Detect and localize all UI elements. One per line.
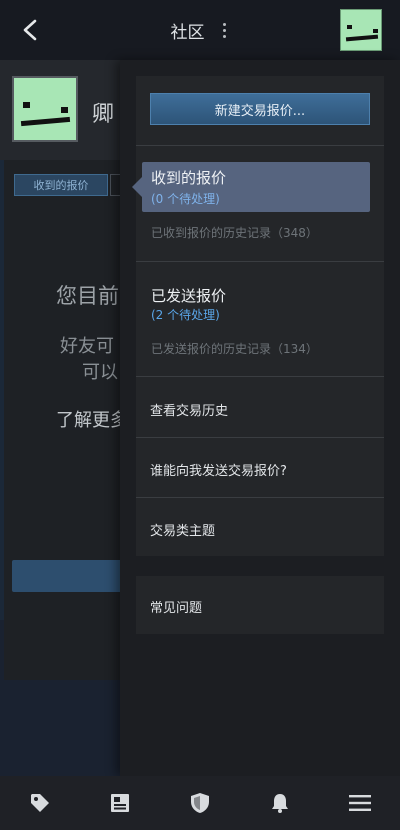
trade-offers-drawer: 新建交易报价... 收到的报价 (0 个待处理) 已收到报价的历史记录（348）… [120, 60, 400, 776]
tag-icon [31, 794, 49, 812]
new-trade-offer-button[interactable]: 新建交易报价... [150, 93, 370, 125]
received-history-link[interactable]: 已收到报价的历史记录（348） [151, 224, 318, 241]
more-options-icon[interactable] [219, 19, 230, 42]
received-offers-title: 收到的报价 [151, 169, 227, 187]
shield-icon [191, 793, 209, 813]
nav-news[interactable] [96, 781, 144, 825]
empty-state-text: 好友可 [60, 336, 114, 357]
divider [136, 261, 384, 262]
empty-state-text: 可以 [82, 362, 118, 383]
trading-topics-link[interactable]: 交易类主题 [150, 520, 215, 539]
divider [136, 376, 384, 377]
learn-more-link[interactable]: 了解更多 [56, 406, 126, 432]
menu-icon [349, 795, 371, 811]
drawer-menu-card: 新建交易报价... 收到的报价 (0 个待处理) 已收到报价的历史记录（348）… [132, 76, 384, 556]
nav-guard[interactable] [176, 781, 224, 825]
sent-history-link[interactable]: 已发送报价的历史记录（134） [151, 340, 318, 357]
tab-received-offers[interactable]: 收到的报价 [14, 174, 108, 196]
bottom-navigation [0, 776, 400, 830]
faq-link[interactable]: 常见问题 [150, 597, 202, 616]
empty-state-title: 您目前 [56, 284, 119, 308]
who-can-send-offers-link[interactable]: 谁能向我发送交易报价? [150, 460, 287, 479]
profile-avatar [12, 76, 78, 142]
divider [136, 497, 384, 498]
sent-pending-count: (2 个待处理) [151, 308, 220, 322]
menu-item-sent-offers[interactable]: 已发送报价 [151, 285, 226, 306]
avatar-face [14, 78, 76, 140]
nav-notifications[interactable] [256, 781, 304, 825]
divider [136, 145, 384, 146]
faq-card[interactable]: 常见问题 [136, 576, 384, 634]
divider [136, 437, 384, 438]
nav-store[interactable] [16, 781, 64, 825]
news-icon [111, 794, 129, 812]
top-bar: 社区 [0, 0, 400, 60]
page-title: 社区 [170, 22, 205, 43]
nav-menu[interactable] [336, 781, 384, 825]
view-trade-history-link[interactable]: 查看交易历史 [150, 400, 228, 419]
background-action-button[interactable] [12, 560, 126, 592]
chevron-left-icon [23, 19, 37, 41]
avatar-face [341, 10, 381, 50]
back-button[interactable] [14, 14, 46, 46]
menu-item-received-offers[interactable]: 收到的报价 (0 个待处理) [132, 162, 370, 212]
received-pending-count: (0 个待处理) [151, 192, 220, 206]
bell-icon [272, 794, 288, 813]
avatar[interactable] [340, 9, 382, 51]
title-group: 社区 [171, 18, 230, 43]
profile-name: 卿 [92, 102, 115, 127]
trade-offers-panel: 收到的报价 您目前 好友可 可以 了解更多 [4, 160, 126, 680]
